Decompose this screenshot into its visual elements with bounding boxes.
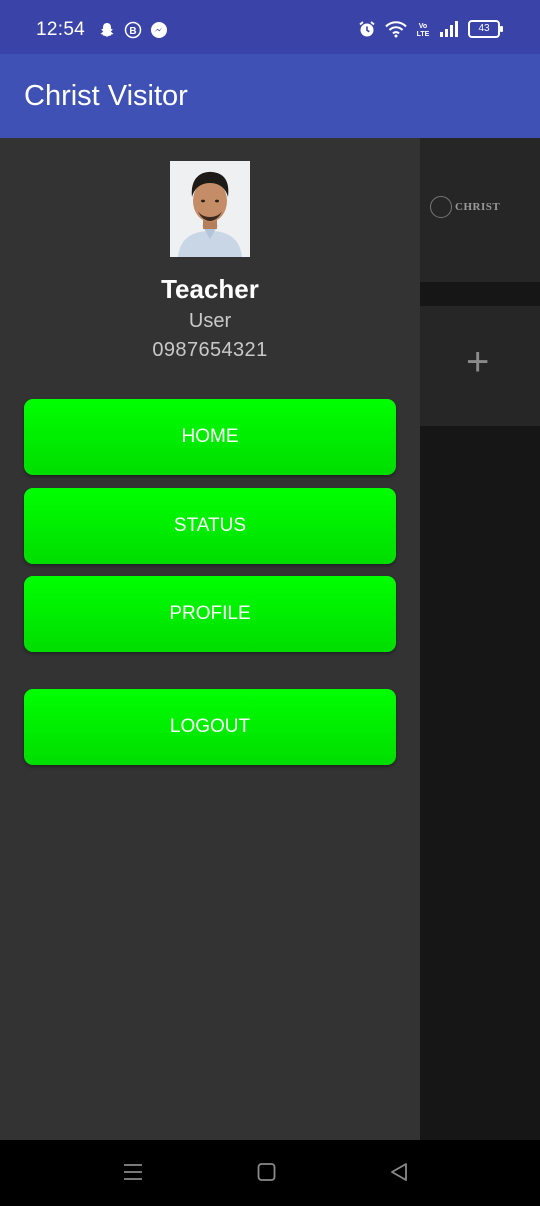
app-bar: Christ Visitor <box>0 54 540 138</box>
seal-icon <box>430 196 452 218</box>
logout-button[interactable]: LOGOUT <box>24 689 396 765</box>
status-button[interactable]: STATUS <box>24 488 396 564</box>
add-card: + <box>420 306 540 426</box>
app-title: Christ Visitor <box>24 80 188 112</box>
home-button[interactable]: HOME <box>24 399 396 475</box>
profile-photo <box>170 161 250 257</box>
main-content-scrim[interactable]: CHRIST + <box>420 138 540 1140</box>
add-icon: + <box>466 340 490 384</box>
avatar <box>170 161 250 257</box>
battery-icon: 43 <box>468 20 503 38</box>
alarm-icon <box>359 21 375 37</box>
logo-text: CHRIST <box>455 201 501 213</box>
svg-text:LTE: LTE <box>417 31 430 38</box>
status-time: 12:54 <box>36 19 86 40</box>
profile-name: Teacher <box>161 274 259 304</box>
back-icon[interactable] <box>390 1162 408 1182</box>
volte-icon: Vo LTE <box>417 23 430 38</box>
b-badge-icon: B <box>124 21 142 39</box>
messenger-icon <box>151 22 167 38</box>
wifi-icon <box>385 21 407 38</box>
recent-apps-icon[interactable] <box>123 1162 143 1182</box>
snapchat-icon <box>100 23 114 37</box>
profile-role: User <box>188 310 232 332</box>
profile-phone: 0987654321 <box>152 339 268 361</box>
home-nav-icon[interactable] <box>257 1162 276 1182</box>
navigation-drawer: Teacher User 0987654321 HOME STATUS PROF… <box>0 138 420 1140</box>
svg-text:Vo: Vo <box>419 23 427 30</box>
signal-icon <box>440 21 458 37</box>
status-bar: 12:54 B Vo LTE 43 <box>0 0 540 54</box>
svg-text:B: B <box>129 26 136 37</box>
system-nav-bar <box>0 1140 540 1206</box>
banner-card: CHRIST <box>420 138 540 282</box>
christ-logo: CHRIST <box>430 196 500 218</box>
profile-button[interactable]: PROFILE <box>24 576 396 652</box>
